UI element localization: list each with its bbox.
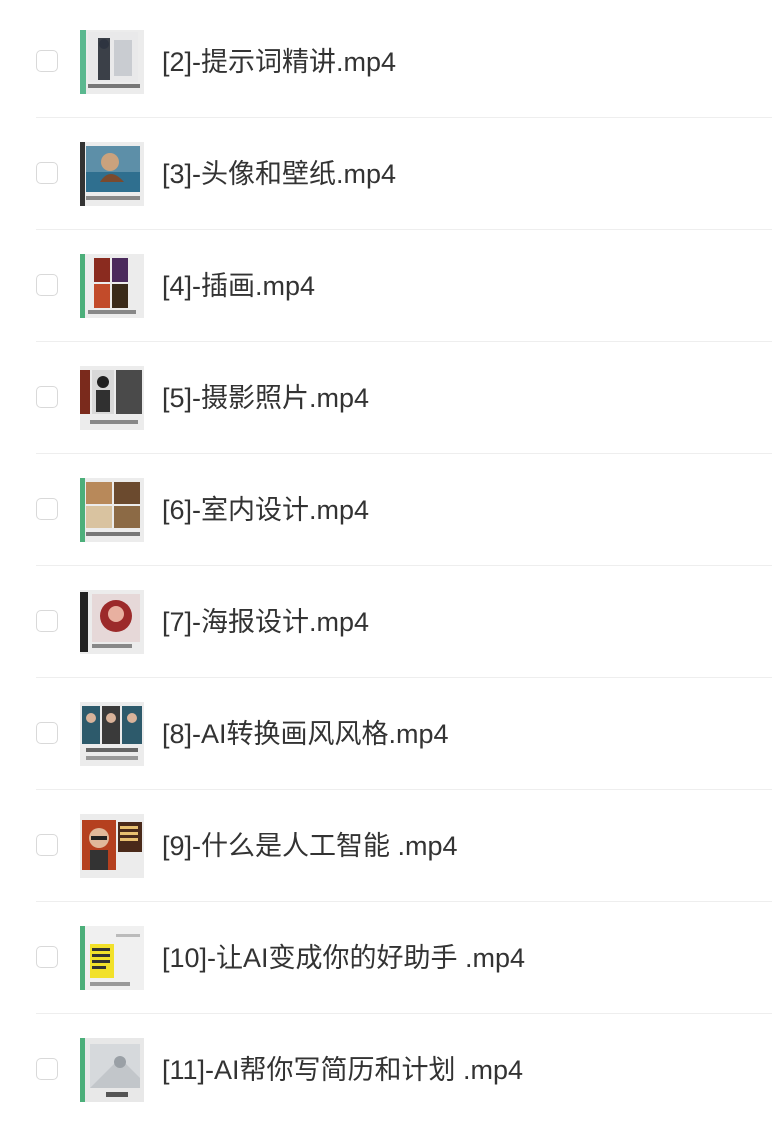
- file-name[interactable]: [8]-AI转换画风风格.mp4: [162, 716, 449, 752]
- file-name[interactable]: [5]-摄影照片.mp4: [162, 380, 369, 416]
- video-thumbnail[interactable]: [80, 478, 144, 542]
- select-checkbox[interactable]: [36, 498, 58, 520]
- select-checkbox[interactable]: [36, 274, 58, 296]
- select-checkbox[interactable]: [36, 946, 58, 968]
- select-checkbox[interactable]: [36, 50, 58, 72]
- select-checkbox[interactable]: [36, 162, 58, 184]
- file-row[interactable]: [2]-提示词精讲.mp4: [0, 6, 772, 118]
- file-name[interactable]: [3]-头像和壁纸.mp4: [162, 156, 396, 192]
- video-thumbnail[interactable]: [80, 702, 144, 766]
- file-row[interactable]: [10]-让AI变成你的好助手 .mp4: [0, 902, 772, 1014]
- file-row[interactable]: [6]-室内设计.mp4: [0, 454, 772, 566]
- file-row[interactable]: [11]-AI帮你写简历和计划 .mp4: [0, 1014, 772, 1126]
- file-name[interactable]: [4]-插画.mp4: [162, 268, 315, 304]
- select-checkbox[interactable]: [36, 834, 58, 856]
- video-thumbnail[interactable]: [80, 926, 144, 990]
- video-thumbnail[interactable]: [80, 1038, 144, 1102]
- file-name[interactable]: [7]-海报设计.mp4: [162, 604, 369, 640]
- file-row[interactable]: [5]-摄影照片.mp4: [0, 342, 772, 454]
- file-row[interactable]: [8]-AI转换画风风格.mp4: [0, 678, 772, 790]
- video-thumbnail[interactable]: [80, 142, 144, 206]
- file-name[interactable]: [11]-AI帮你写简历和计划 .mp4: [162, 1052, 523, 1088]
- file-row[interactable]: [4]-插画.mp4: [0, 230, 772, 342]
- video-thumbnail[interactable]: [80, 814, 144, 878]
- select-checkbox[interactable]: [36, 722, 58, 744]
- video-thumbnail[interactable]: [80, 254, 144, 318]
- video-thumbnail[interactable]: [80, 366, 144, 430]
- file-row[interactable]: [7]-海报设计.mp4: [0, 566, 772, 678]
- file-row[interactable]: [3]-头像和壁纸.mp4: [0, 118, 772, 230]
- select-checkbox[interactable]: [36, 1058, 58, 1080]
- file-name[interactable]: [6]-室内设计.mp4: [162, 492, 369, 528]
- file-name[interactable]: [9]-什么是人工智能 .mp4: [162, 828, 458, 864]
- select-checkbox[interactable]: [36, 610, 58, 632]
- file-list: [2]-提示词精讲.mp4 [3]-头像和壁纸.mp4 [4]-插画.mp4 […: [0, 0, 772, 1130]
- file-name[interactable]: [10]-让AI变成你的好助手 .mp4: [162, 940, 525, 976]
- video-thumbnail[interactable]: [80, 590, 144, 654]
- video-thumbnail[interactable]: [80, 30, 144, 94]
- select-checkbox[interactable]: [36, 386, 58, 408]
- file-row[interactable]: [9]-什么是人工智能 .mp4: [0, 790, 772, 902]
- file-name[interactable]: [2]-提示词精讲.mp4: [162, 44, 396, 80]
